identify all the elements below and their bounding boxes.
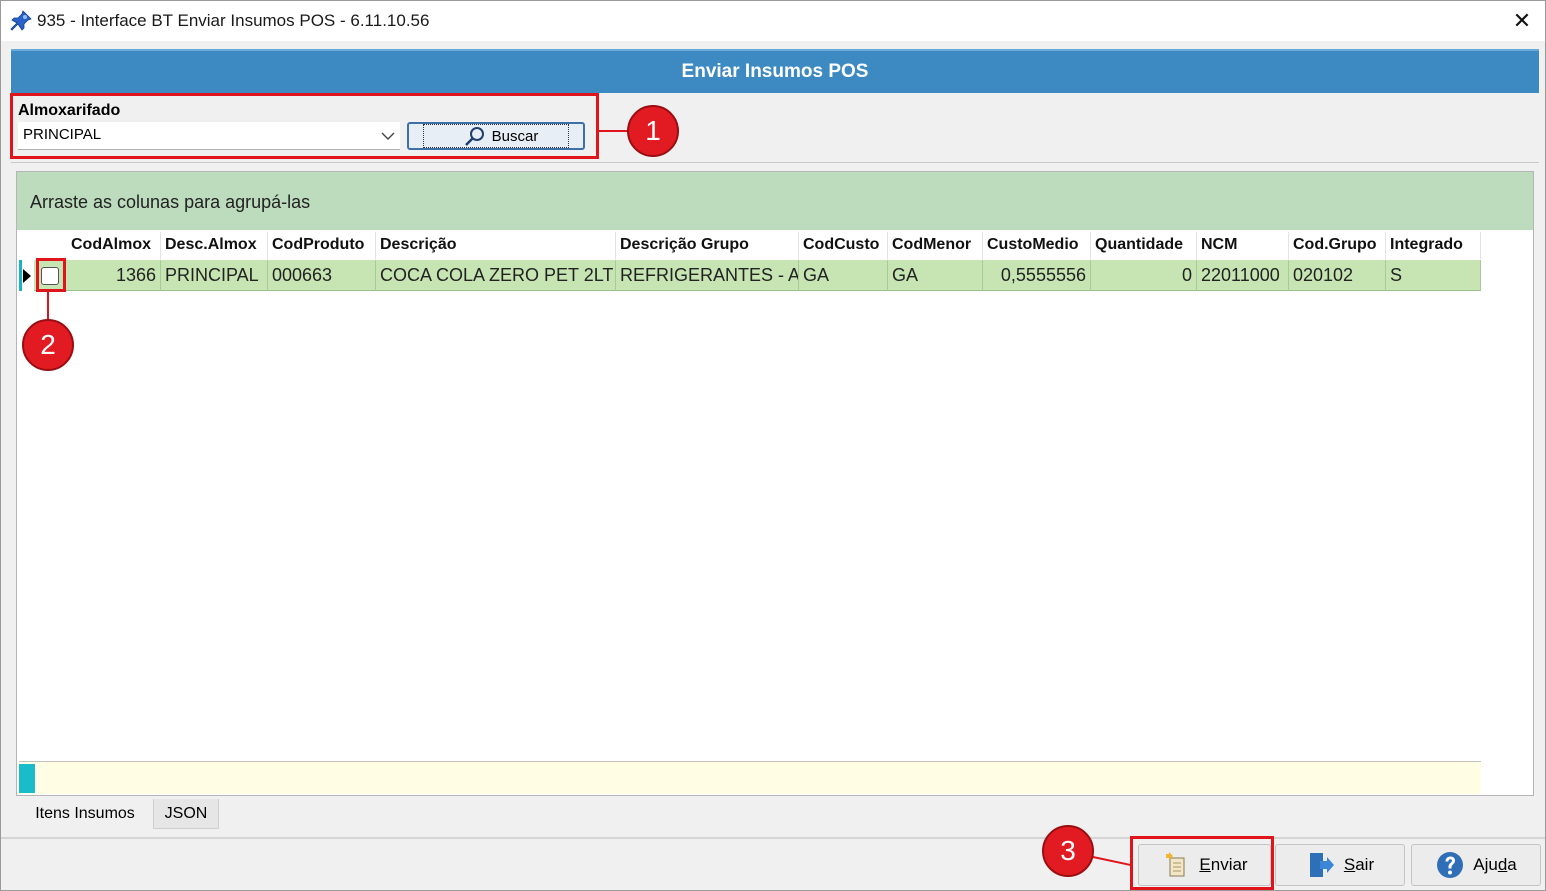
send-button[interactable]: Enviar <box>1138 844 1271 886</box>
almoxarifado-value: PRINCIPAL <box>23 126 102 143</box>
group-by-hint: Arraste as colunas para agrupá-las <box>30 192 311 212</box>
column-header-codcusto[interactable]: CodCusto <box>799 232 888 259</box>
window-title: 935 - Interface BT Enviar Insumos POS - … <box>37 11 430 30</box>
pin-icon <box>10 10 32 31</box>
cell-integrado: S <box>1386 260 1481 291</box>
cell-descricao: COCA COLA ZERO PET 2LT <box>376 260 616 291</box>
tab-json[interactable]: JSON <box>153 799 219 829</box>
title-bar: 935 - Interface BT Enviar Insumos POS - … <box>1 1 1545 41</box>
grid-footer-row <box>19 761 1481 794</box>
current-row-arrow-icon <box>23 269 31 283</box>
cell-customedio: 0,5555556 <box>983 260 1091 291</box>
tab-itens-insumos[interactable]: Itens Insumos <box>18 799 152 829</box>
column-header-codproduto[interactable]: CodProduto <box>268 232 376 259</box>
search-icon <box>464 127 484 146</box>
cell-quantidade: 0 <box>1091 260 1197 291</box>
cell-codproduto: 000663 <box>268 260 376 291</box>
column-header-descalmox[interactable]: Desc.Almox <box>161 232 268 259</box>
column-header-codgrupo[interactable]: Cod.Grupo <box>1289 232 1386 259</box>
help-icon <box>1437 852 1464 878</box>
search-button-focus: Buscar <box>422 124 570 148</box>
column-header-codmenor[interactable]: CodMenor <box>888 232 983 259</box>
cell-codgrupo: 020102 <box>1289 260 1386 291</box>
column-header-codalmox[interactable]: CodAlmox <box>67 232 161 259</box>
exit-button-label: Sair <box>1343 855 1375 874</box>
close-icon[interactable]: ✕ <box>1504 5 1540 37</box>
row-indicator <box>19 260 34 291</box>
cell-codmenor: GA <box>888 260 983 291</box>
callout-3: 3 <box>1042 825 1094 877</box>
search-button-label: Buscar <box>491 127 539 145</box>
callout-connector-1 <box>599 130 629 132</box>
column-header-quantidade[interactable]: Quantidade <box>1091 232 1197 259</box>
send-icon <box>1166 852 1185 877</box>
callout-1: 1 <box>627 105 679 157</box>
cell-descalmox: PRINCIPAL <box>161 260 268 291</box>
form-header: Enviar Insumos POS <box>11 49 1539 93</box>
callout-2: 2 <box>22 319 74 371</box>
footer-indicator <box>19 764 35 793</box>
help-button[interactable]: Ajuda <box>1411 844 1541 886</box>
almoxarifado-label: Almoxarifado <box>18 102 121 119</box>
chevron-down-icon[interactable] <box>380 126 396 144</box>
search-button[interactable]: Buscar <box>407 122 585 150</box>
group-by-panel[interactable]: Arraste as colunas para agrupá-las <box>17 172 1533 230</box>
column-header-ncm[interactable]: NCM <box>1197 232 1289 259</box>
send-button-label: Enviar <box>1199 855 1248 874</box>
form-title: Enviar Insumos POS <box>681 61 869 82</box>
column-header-customedio[interactable]: CustoMedio <box>983 232 1091 259</box>
row-indicator-bar <box>19 260 22 291</box>
row-select-checkbox[interactable] <box>41 267 59 285</box>
help-button-label: Ajuda <box>1473 855 1517 874</box>
cell-codcusto: GA <box>799 260 888 291</box>
app-window: 935 - Interface BT Enviar Insumos POS - … <box>0 0 1546 891</box>
cell-codalmox: 1366 <box>67 260 161 291</box>
cell-ncm: 22011000 <box>1197 260 1289 291</box>
callout-connector-2 <box>47 292 49 320</box>
column-header-descricao-grupo[interactable]: Descrição Grupo <box>616 232 799 259</box>
column-header-integrado[interactable]: Integrado <box>1386 232 1481 259</box>
exit-button[interactable]: Sair <box>1275 844 1405 886</box>
exit-icon <box>1309 853 1334 877</box>
cell-descricao-grupo: REFRIGERANTES - A <box>616 260 799 291</box>
almoxarifado-select[interactable]: PRINCIPAL <box>18 122 400 150</box>
column-header-descricao[interactable]: Descrição <box>376 232 616 259</box>
